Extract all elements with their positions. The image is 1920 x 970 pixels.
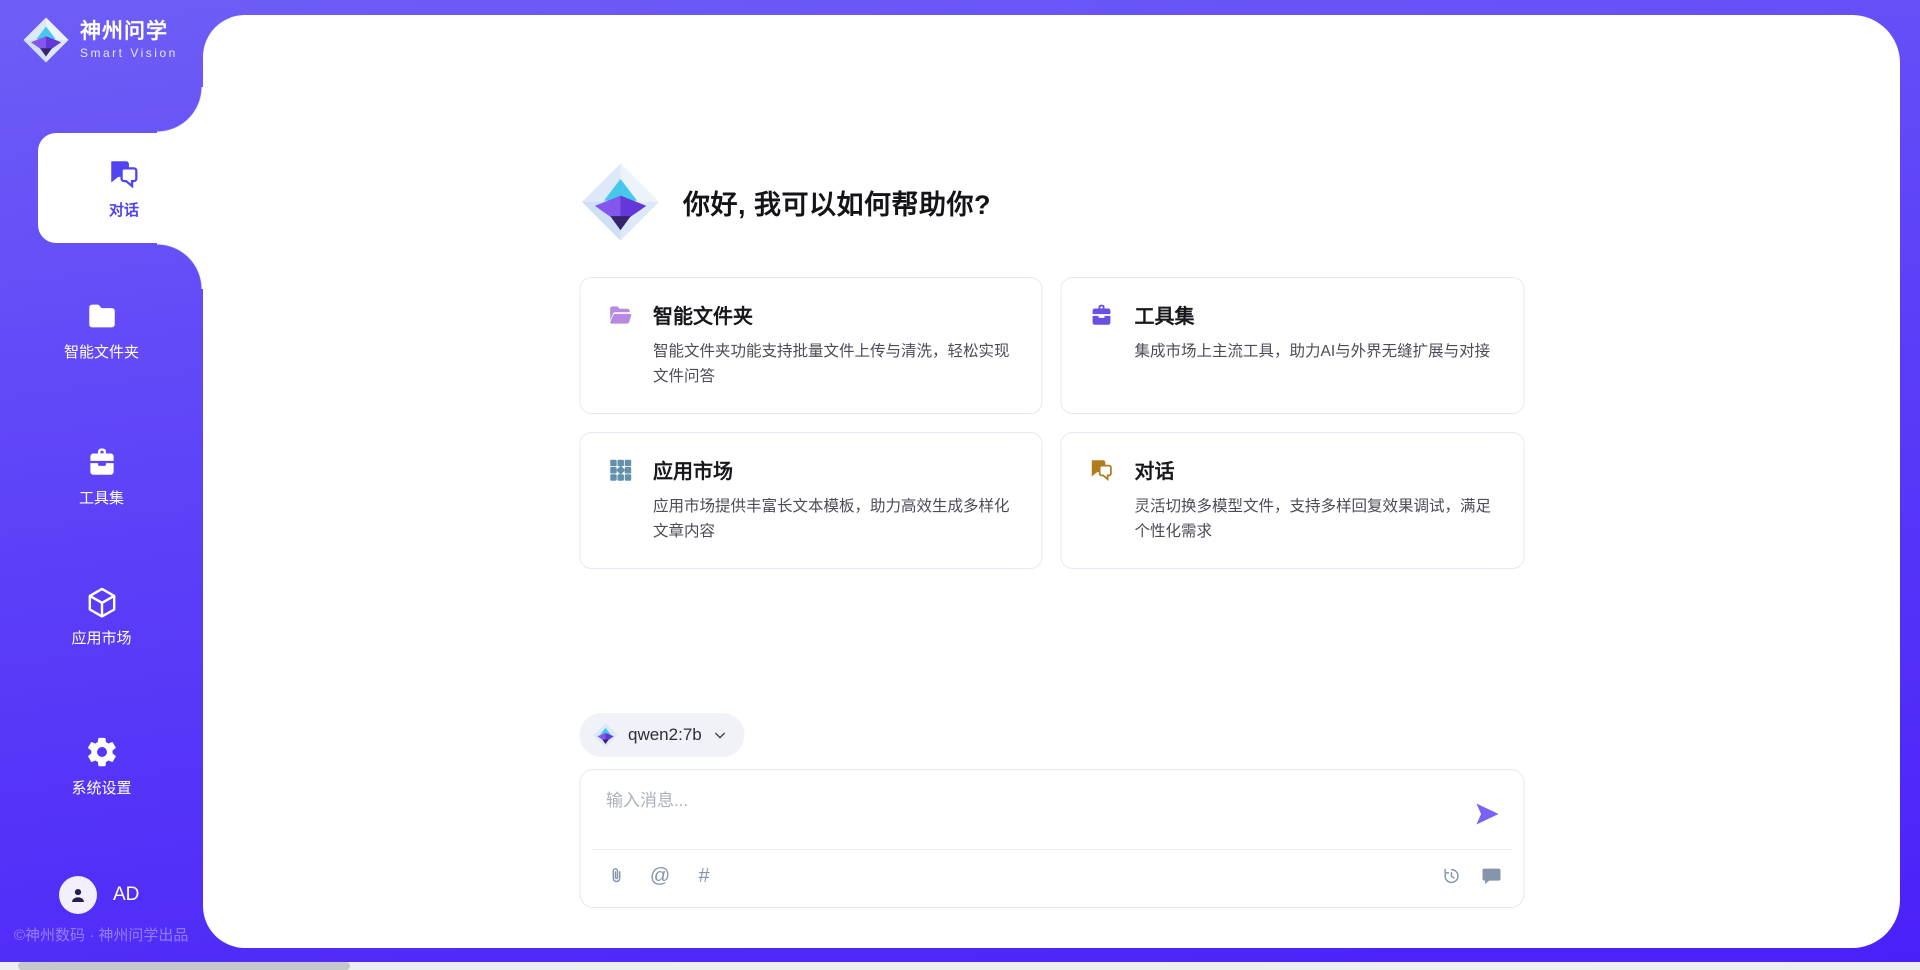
tab-fillet-bottom [157, 243, 203, 289]
sidebar-item-label: 工具集 [79, 487, 124, 508]
tab-fillet-top [157, 87, 203, 133]
mention-icon[interactable]: @ [648, 864, 672, 888]
sidebar-item-settings[interactable]: 系统设置 [0, 735, 203, 798]
composer-tools-right [1439, 864, 1503, 888]
paperclip-icon[interactable] [604, 864, 628, 888]
sidebar-item-label: 系统设置 [71, 777, 131, 798]
chat-icon [1089, 457, 1115, 483]
greeting-title: 你好, 我可以如何帮助你? [683, 183, 991, 222]
folder-open-icon [607, 302, 633, 328]
feature-cards: 智能文件夹 智能文件夹功能支持批量文件上传与清洗，轻松实现文件问答 工具集 集成… [579, 277, 1524, 569]
avatar [59, 876, 97, 914]
card-description: 集成市场上主流工具，助力AI与外界无缝扩展与对接 [1135, 339, 1498, 364]
person-icon [67, 884, 89, 906]
logo-diamond-icon [579, 161, 661, 243]
hashtag-icon[interactable]: # [692, 864, 716, 888]
sidebar-item-label: 对话 [109, 199, 139, 220]
copyright-footer: ©神州数码 · 神州问学出品 [14, 924, 188, 945]
sidebar-item-app-market[interactable]: 应用市场 [0, 585, 203, 648]
apps-grid-icon [607, 457, 633, 483]
card-smart-folder[interactable]: 智能文件夹 智能文件夹功能支持批量文件上传与清洗，轻松实现文件问答 [579, 277, 1043, 414]
logo-diamond-icon [592, 722, 618, 748]
card-toolset[interactable]: 工具集 集成市场上主流工具，助力AI与外界无缝扩展与对接 [1061, 277, 1525, 414]
card-chat[interactable]: 对话 灵活切换多模型文件，支持多样回复效果调试，满足个性化需求 [1061, 432, 1525, 569]
history-icon[interactable] [1439, 864, 1463, 888]
user-account[interactable]: AD [59, 876, 139, 914]
cube-icon [85, 585, 119, 619]
brand: 神州问学 Smart Vision [22, 16, 178, 64]
card-app-market[interactable]: 应用市场 应用市场提供丰富长文本模板，助力高效生成多样化文章内容 [579, 432, 1043, 569]
chat-bubble-icon[interactable] [1479, 864, 1503, 888]
toolbox-icon [1089, 302, 1115, 328]
sidebar-item-chat[interactable]: 对话 [38, 133, 210, 243]
card-title: 对话 [1135, 455, 1175, 484]
message-composer: @ # [579, 769, 1524, 908]
send-icon[interactable] [1473, 800, 1501, 828]
brand-subtitle: Smart Vision [80, 46, 178, 60]
chevron-down-icon [712, 727, 729, 744]
user-initials: AD [113, 884, 139, 906]
model-name: qwen2:7b [628, 725, 702, 745]
card-description: 灵活切换多模型文件，支持多样回复效果调试，满足个性化需求 [1135, 494, 1498, 544]
card-description: 智能文件夹功能支持批量文件上传与清洗，轻松实现文件问答 [653, 339, 1016, 389]
brand-name: 神州问学 [80, 20, 178, 43]
sidebar-item-label: 应用市场 [71, 627, 131, 648]
toolbox-icon [85, 445, 119, 479]
sidebar-item-toolset[interactable]: 工具集 [0, 445, 203, 508]
card-title: 智能文件夹 [653, 300, 753, 329]
card-title: 应用市场 [653, 455, 733, 484]
model-selector[interactable]: qwen2:7b [579, 713, 745, 757]
composer-divider [592, 849, 1511, 850]
card-title: 工具集 [1135, 300, 1195, 329]
gear-icon [85, 735, 119, 769]
composer-tools-left: @ # [604, 864, 716, 888]
message-input[interactable] [606, 786, 1446, 844]
sidebar-item-label: 智能文件夹 [64, 341, 139, 362]
greeting: 你好, 我可以如何帮助你? [579, 161, 991, 243]
card-description: 应用市场提供丰富长文本模板，助力高效生成多样化文章内容 [653, 494, 1016, 544]
horizontal-scrollbar-thumb[interactable] [18, 962, 350, 970]
logo-diamond-icon [22, 16, 70, 64]
sidebar-item-smart-folder[interactable]: 智能文件夹 [0, 299, 203, 362]
chat-icon [107, 157, 141, 191]
folder-icon [85, 299, 119, 333]
main-content-area: 你好, 我可以如何帮助你? 智能文件夹 智能文件夹功能支持批量文件上传与清洗，轻… [203, 15, 1900, 948]
horizontal-scrollbar[interactable] [0, 962, 1920, 970]
